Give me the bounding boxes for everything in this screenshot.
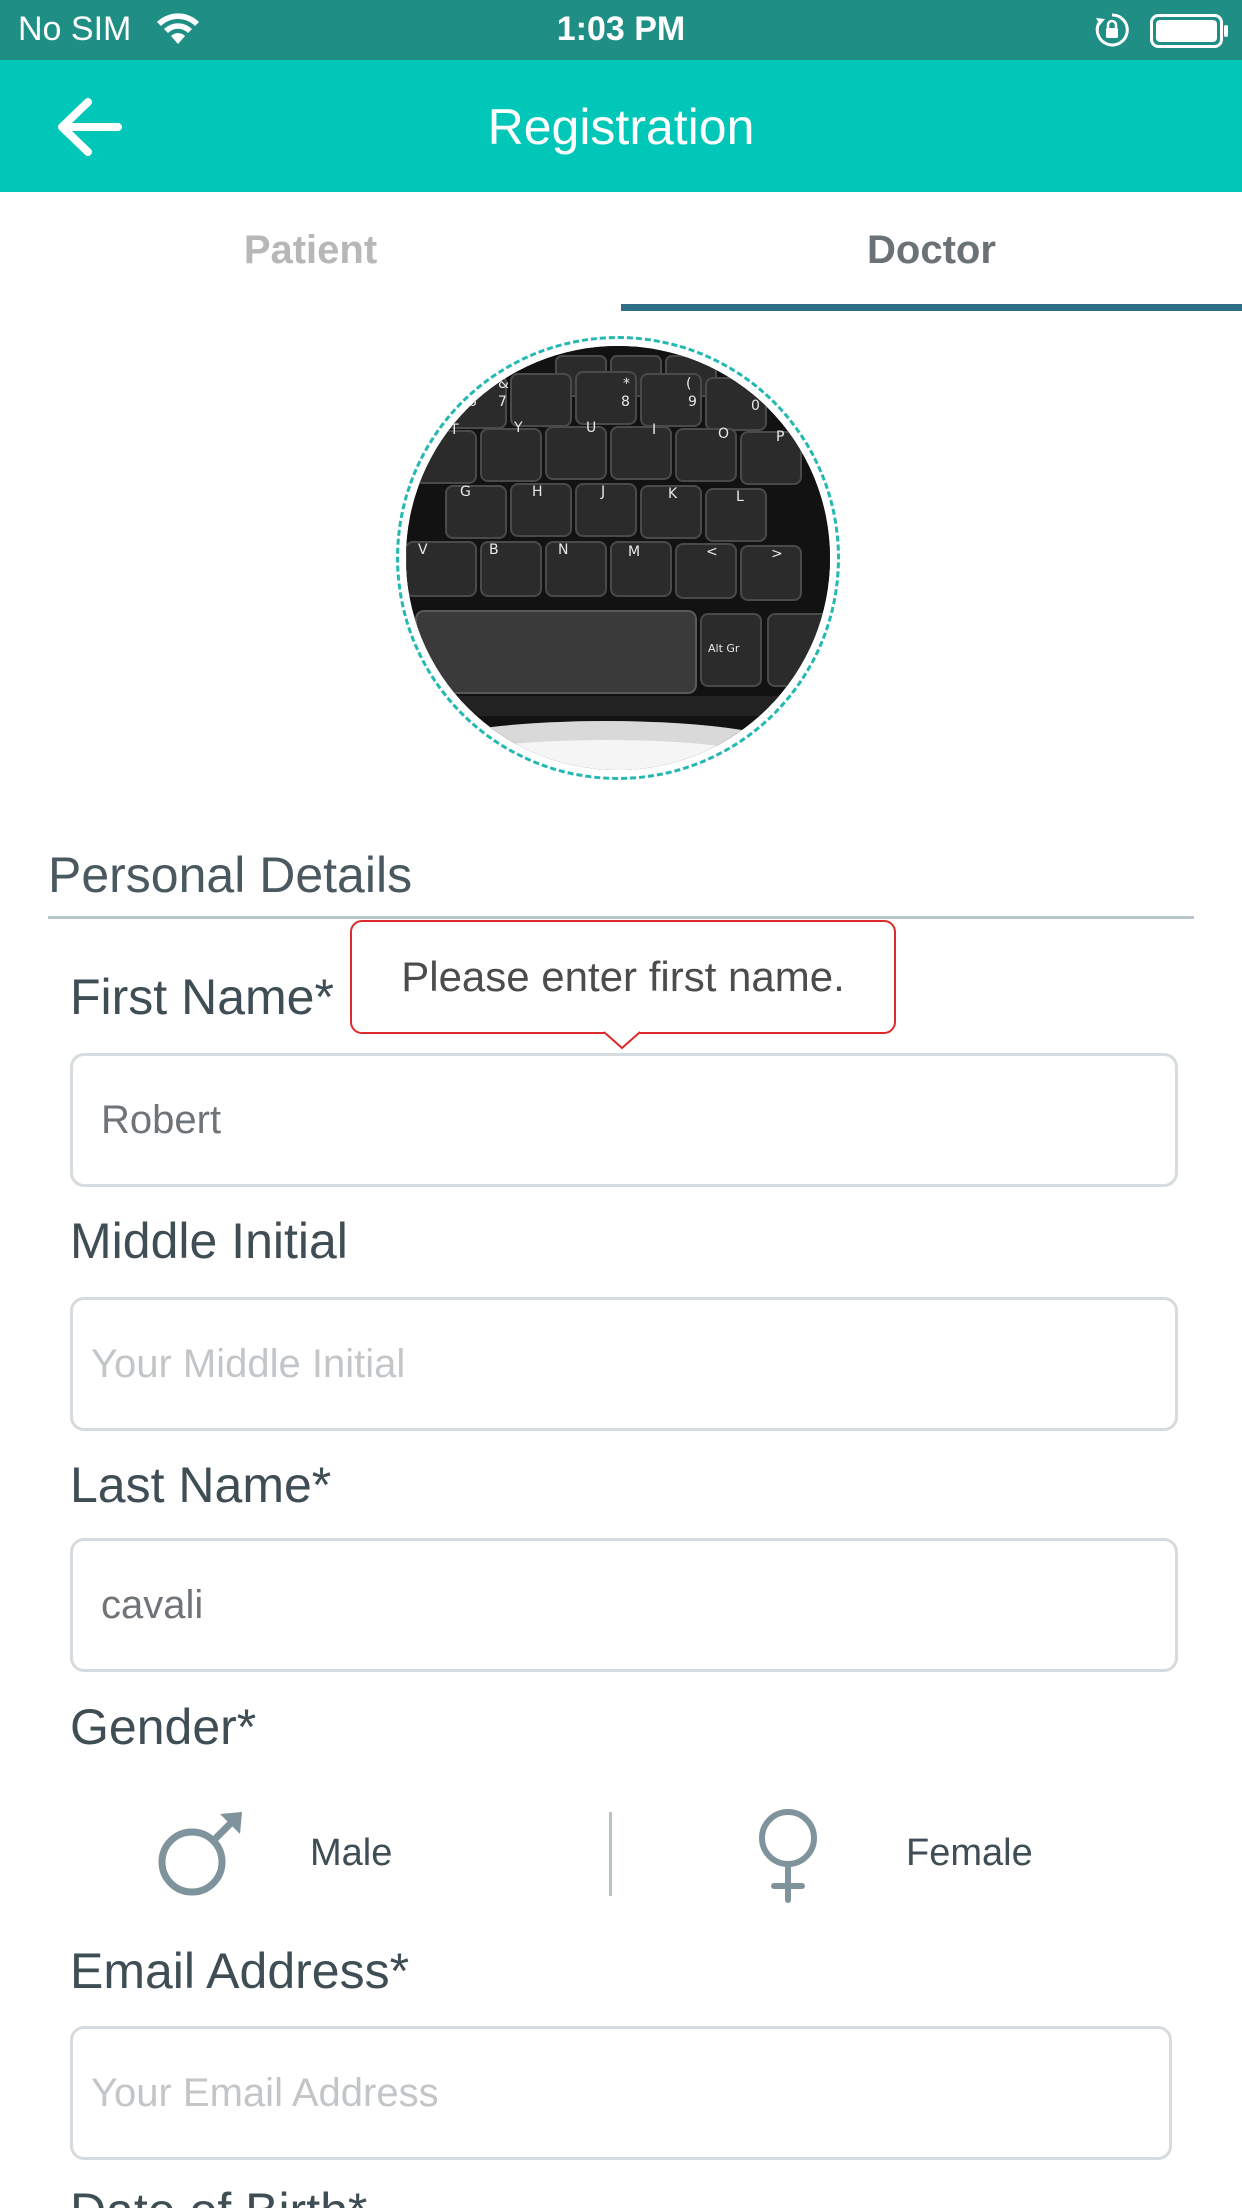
svg-text:L: L	[736, 489, 744, 505]
svg-text:7: 7	[498, 394, 507, 410]
svg-text:H: H	[532, 484, 543, 500]
email-label: Email Address*	[70, 1943, 410, 1999]
gender-divider	[609, 1812, 612, 1896]
svg-text:V: V	[418, 542, 428, 558]
svg-text:U: U	[586, 420, 596, 436]
svg-text:8: 8	[621, 394, 630, 410]
gender-option-female[interactable]: Female	[738, 1804, 1058, 1904]
svg-text:M: M	[628, 544, 640, 560]
profile-photo[interactable]: & 6 7 * 8( 90 TYU IOP GHJ KL VBN M < > Alt Gr	[406, 346, 830, 770]
tooltip-arrow-icon	[604, 1030, 640, 1050]
gender-option-male[interactable]: Male	[150, 1804, 450, 1904]
first-name-label: First Name*	[70, 969, 334, 1025]
page-title: Registration	[487, 99, 755, 155]
role-tabs: Patient Doctor	[0, 192, 1242, 312]
svg-text:*: *	[623, 376, 630, 392]
middle-initial-label: Middle Initial	[70, 1213, 348, 1269]
svg-text:J: J	[600, 484, 605, 500]
rotation-lock-icon	[1094, 12, 1130, 53]
svg-text:I: I	[652, 422, 656, 438]
section-title-personal-details: Personal Details	[48, 847, 413, 903]
svg-text:N: N	[558, 542, 568, 558]
app-bar: Registration	[0, 60, 1242, 192]
svg-text:B: B	[489, 542, 499, 558]
last-name-field[interactable]: cavali	[70, 1538, 1178, 1672]
battery-icon	[1150, 14, 1230, 53]
svg-text:0: 0	[751, 398, 760, 414]
last-name-label: Last Name*	[70, 1457, 332, 1513]
male-symbol-icon	[158, 1812, 242, 1896]
middle-initial-field[interactable]: Your Middle Initial	[70, 1297, 1178, 1431]
status-bar: No SIM 1:03 PM	[0, 0, 1242, 60]
registration-screen: No SIM 1:03 PM Registration Patient Doct…	[0, 0, 1242, 2208]
section-divider	[48, 916, 1194, 919]
first-name-error-tooltip: Please enter first name.	[350, 920, 896, 1034]
svg-text:Y: Y	[513, 420, 523, 436]
tab-active-indicator	[621, 304, 1242, 311]
gender-female-label: Female	[906, 1832, 1033, 1874]
keyboard-photo-image: &6 7 *8( 90 TYU IOP GHJ KL VBN M < > Alt Gr	[406, 346, 830, 770]
gender-male-label: Male	[310, 1832, 393, 1874]
gender-label: Gender*	[70, 1699, 257, 1755]
tab-patient[interactable]: Patient	[0, 192, 621, 312]
svg-text:K: K	[668, 486, 678, 502]
tab-doctor[interactable]: Doctor	[621, 192, 1242, 312]
first-name-field[interactable]: Robert	[70, 1053, 1178, 1187]
female-symbol-icon	[759, 1809, 817, 1903]
svg-text:<: <	[706, 544, 718, 560]
svg-text:9: 9	[688, 394, 697, 410]
svg-text:>: >	[771, 546, 783, 562]
svg-text:G: G	[460, 484, 471, 500]
svg-text:Alt Gr: Alt Gr	[708, 642, 740, 655]
svg-text:O: O	[718, 426, 729, 442]
svg-text:P: P	[776, 429, 784, 445]
date-of-birth-label: Date of Birth*	[70, 2182, 367, 2208]
clock-time: 1:03 PM	[556, 10, 686, 48]
svg-text:(: (	[686, 376, 691, 392]
email-field[interactable]: Your Email Address	[70, 2026, 1172, 2160]
